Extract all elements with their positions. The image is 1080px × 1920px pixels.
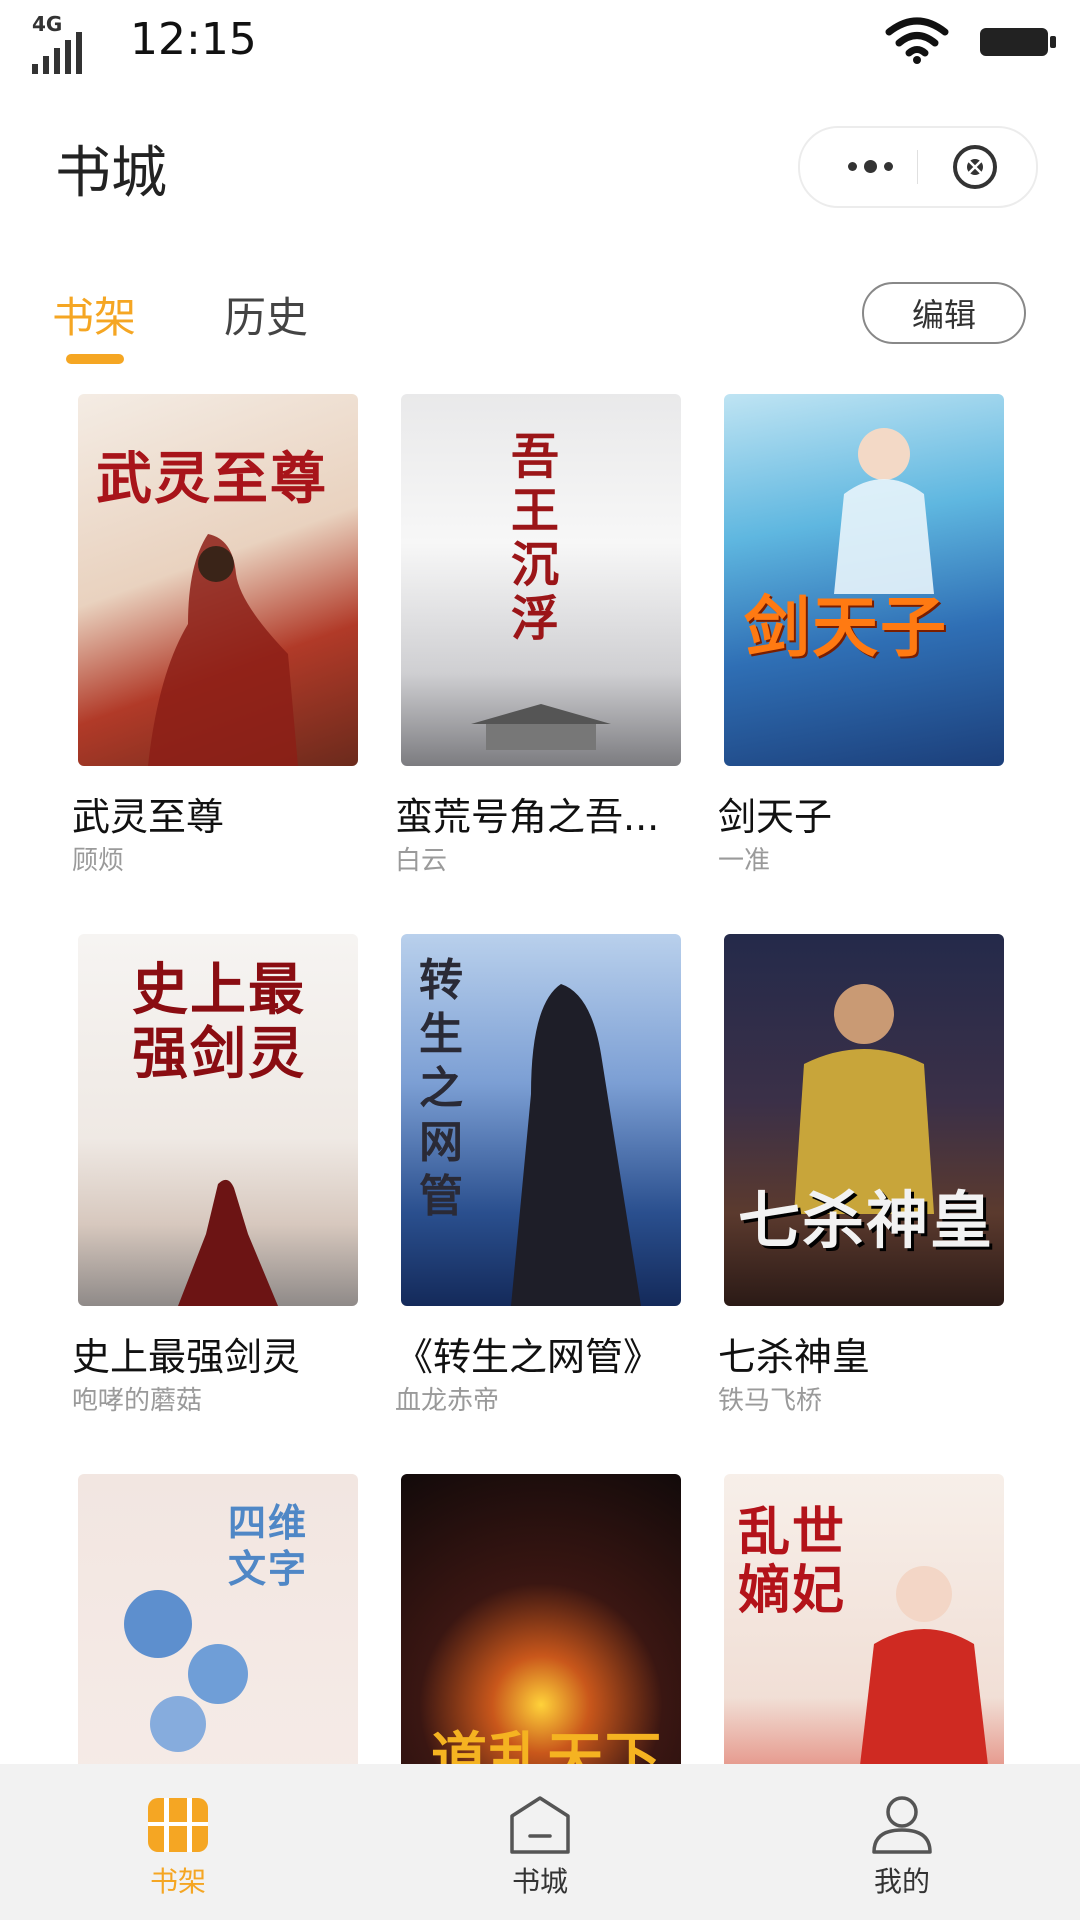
book-title[interactable]: 《转生之网管》 — [395, 1326, 685, 1381]
store-icon — [510, 1796, 570, 1854]
edit-button[interactable]: 编辑 — [862, 282, 1026, 344]
book-author: 咆哮的蘑菇 — [72, 1386, 203, 1416]
miniprogram-capsule — [798, 126, 1038, 208]
tab-active-indicator — [66, 354, 124, 364]
cover-figure — [511, 984, 641, 1306]
book-title[interactable]: 七杀神皇 — [718, 1326, 1008, 1381]
book-card[interactable]: 剑天子 剑天子 一准 — [718, 394, 1004, 876]
cover-figure — [834, 428, 934, 594]
user-icon — [872, 1796, 932, 1854]
page-title: 书城 — [55, 141, 167, 206]
book-card[interactable]: 转生之网管 《转生之网管》 血龙赤帝 — [395, 934, 681, 1416]
bookshelf-icon — [148, 1798, 208, 1852]
tab-bookshelf[interactable]: 书架 — [52, 284, 136, 345]
signal-icon: 4G — [30, 12, 100, 74]
book-cover[interactable]: 七杀神皇 — [724, 934, 1004, 1306]
wifi-icon — [885, 17, 949, 64]
cover-title-text: 剑天子 — [744, 588, 948, 666]
cover-title-text: 武灵至尊 — [96, 446, 328, 512]
cover-title-text: 吾王沉浮 — [511, 429, 562, 647]
status-time: 12:15 — [130, 14, 257, 65]
nav-bookshelf[interactable]: 书架 — [98, 1764, 258, 1920]
book-author: 血龙赤帝 — [395, 1386, 500, 1416]
book-author: 一准 — [718, 846, 771, 876]
book-card[interactable]: 史上最强剑灵 史上最强剑灵 咆哮的蘑菇 — [72, 934, 358, 1416]
nav-profile[interactable]: 我的 — [822, 1764, 982, 1920]
book-cover[interactable]: 史上最强剑灵 — [78, 934, 358, 1306]
book-card[interactable]: 吾王沉浮 蛮荒号角之吾... 白云 — [395, 394, 681, 876]
cover-title-text: 七杀神皇 — [738, 1184, 995, 1257]
book-title[interactable]: 史上最强剑灵 — [72, 1326, 362, 1381]
cover-figure — [148, 534, 298, 766]
cover-figure — [859, 1566, 989, 1774]
cover-flowers — [124, 1590, 248, 1752]
book-cover[interactable]: 转生之网管 — [401, 934, 681, 1306]
cover-building — [471, 704, 611, 750]
nav-label: 书架 — [149, 1865, 206, 1898]
book-card[interactable]: 武灵至尊 武灵至尊 顾烦 — [72, 394, 358, 876]
cover-title-text: 转生之网管 — [419, 955, 465, 1222]
cover-title-text: 史上最强剑灵 — [132, 957, 306, 1087]
more-menu-icon[interactable] — [830, 148, 910, 184]
book-title[interactable]: 武灵至尊 — [72, 786, 362, 841]
capsule-divider — [917, 150, 918, 184]
book-card[interactable]: 七杀神皇 七杀神皇 铁马飞桥 — [718, 934, 1004, 1416]
nav-label: 我的 — [873, 1865, 930, 1898]
book-cover[interactable]: 武灵至尊 — [78, 394, 358, 766]
cover-figure — [178, 1179, 278, 1306]
close-icon[interactable] — [950, 142, 1000, 192]
status-bar: 4G 12:15 — [0, 0, 1080, 90]
battery-icon — [980, 28, 1056, 56]
book-title[interactable]: 剑天子 — [718, 786, 1008, 841]
nav-store[interactable]: 书城 — [460, 1764, 620, 1920]
tab-history[interactable]: 历史 — [224, 284, 308, 345]
bottom-tab-bar: 书架 书城 我的 — [0, 1764, 1080, 1920]
book-author: 顾烦 — [72, 846, 125, 876]
book-title[interactable]: 蛮荒号角之吾... — [395, 786, 685, 841]
book-author: 铁马飞桥 — [718, 1386, 823, 1416]
nav-label: 书城 — [511, 1865, 568, 1898]
book-author: 白云 — [395, 846, 448, 876]
book-cover[interactable]: 吾王沉浮 — [401, 394, 681, 766]
book-cover[interactable]: 剑天子 — [724, 394, 1004, 766]
cover-title-text: 乱世嫡妃 — [738, 1502, 847, 1621]
